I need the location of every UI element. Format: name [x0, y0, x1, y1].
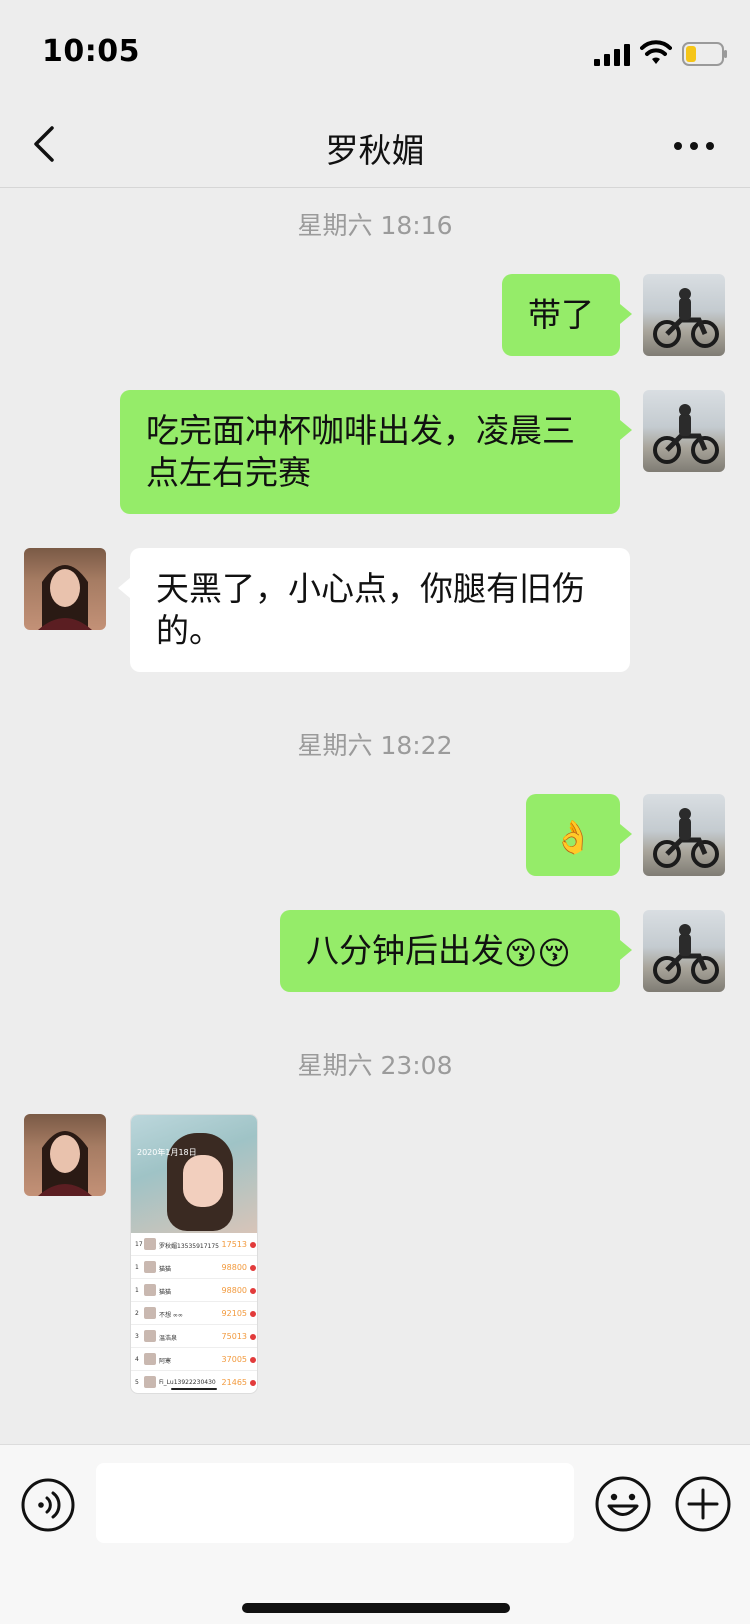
leaderboard-row: 4 阿寒 37005: [131, 1348, 257, 1371]
message-text: 八分钟后出发: [306, 931, 504, 970]
more-icon[interactable]: [672, 126, 716, 166]
heart-icon: [250, 1242, 256, 1248]
leaderboard-row: 1 猫猫 98800: [131, 1279, 257, 1302]
contact-avatar[interactable]: [24, 548, 106, 630]
status-bar: 10:05: [0, 0, 750, 100]
motorcycle-image: [653, 288, 719, 348]
leaderboard-row: 5 Fi_Lu13922230430 21465: [131, 1371, 257, 1393]
motorcycle-image: [653, 404, 719, 464]
message-bubble-sent[interactable]: 吃完面冲杯咖啡出发，凌晨三点左右完赛: [120, 390, 632, 514]
leaderboard-row: 3 温浩泉 75013: [131, 1325, 257, 1348]
heart-icon: [250, 1311, 256, 1317]
plus-icon[interactable]: [674, 1475, 732, 1533]
timestamp: 星期六 18:22: [297, 731, 453, 760]
my-avatar[interactable]: [643, 910, 725, 992]
image-message[interactable]: 2020年1月18日 17 罗秋媚13535917175 17513 1 猫猫 98…: [130, 1114, 258, 1394]
contact-avatar[interactable]: [24, 1114, 106, 1196]
emoji-icon[interactable]: [594, 1475, 652, 1533]
message-bubble-sent[interactable]: 八分钟后出发😚😚: [280, 910, 632, 992]
battery-icon: [682, 42, 727, 66]
woman-portrait-image: [38, 1131, 92, 1196]
my-avatar[interactable]: [643, 274, 725, 356]
message-bubble-received[interactable]: 天黑了，小心点，你腿有旧伤的。: [118, 548, 630, 672]
ok-hand-emoji: 👌: [553, 817, 593, 856]
heart-icon: [250, 1334, 256, 1340]
kissing-emoji: 😚😚: [504, 933, 571, 972]
image-date: 2020年1月18日: [137, 1148, 197, 1157]
timestamp: 星期六 23:08: [297, 1051, 453, 1080]
leaderboard-list: 17 罗秋媚13535917175 17513 1 猫猫 98800 1 猫猫 988…: [131, 1233, 257, 1393]
motorcycle-image: [653, 924, 719, 984]
timestamp: 星期六 18:16: [297, 211, 453, 240]
message-bubble-sent[interactable]: 👌: [526, 794, 632, 876]
chat-title: 罗秋媚: [325, 131, 425, 170]
woman-portrait-image: [38, 565, 92, 630]
wifi-icon: [640, 40, 672, 64]
leaderboard-row: 1 猫猫 98800: [131, 1256, 257, 1279]
message-bubble-sent[interactable]: 带了: [502, 274, 632, 356]
heart-icon: [250, 1380, 256, 1386]
nav-bar: 罗秋媚: [0, 100, 750, 188]
my-avatar[interactable]: [643, 794, 725, 876]
signal-icon: [594, 44, 630, 66]
voice-icon[interactable]: [20, 1477, 76, 1533]
leaderboard-row: 17 罗秋媚13535917175 17513: [131, 1233, 257, 1256]
my-avatar[interactable]: [643, 390, 725, 472]
heart-icon: [250, 1357, 256, 1363]
motorcycle-image: [653, 808, 719, 868]
heart-icon: [250, 1265, 256, 1271]
home-indicator[interactable]: [242, 1603, 510, 1613]
image-photo: 2020年1月18日: [131, 1115, 257, 1233]
status-time: 10:05: [42, 34, 140, 69]
message-input[interactable]: [96, 1463, 574, 1543]
input-bar: [0, 1444, 750, 1624]
leaderboard-row: 2 不想 ∞∞ 92105: [131, 1302, 257, 1325]
heart-icon: [250, 1288, 256, 1294]
